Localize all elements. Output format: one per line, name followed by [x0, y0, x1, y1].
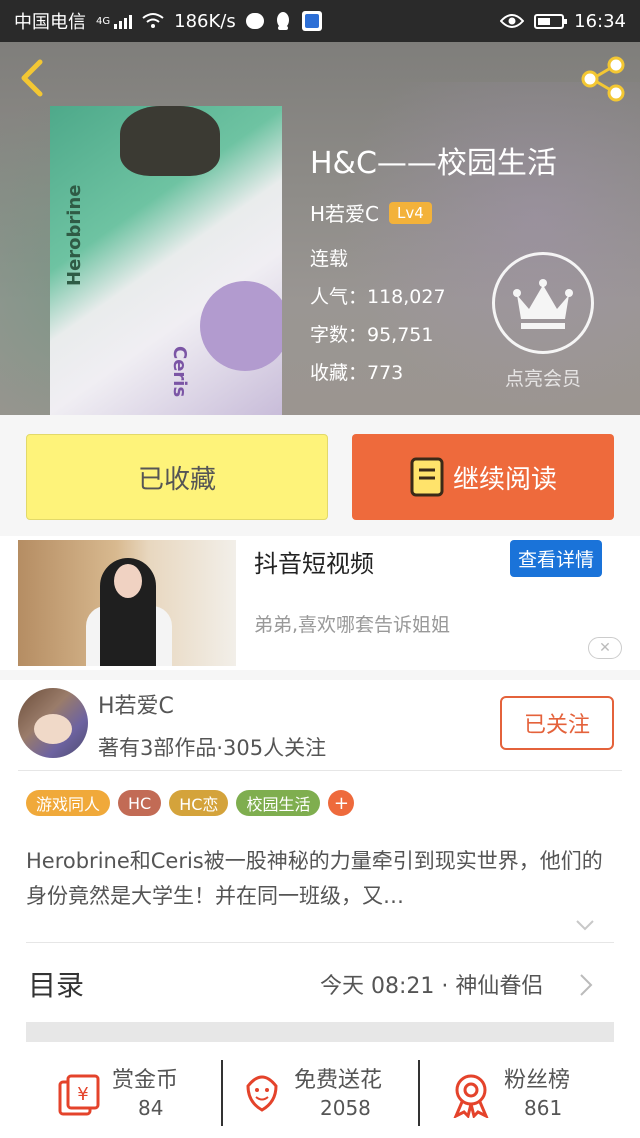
svg-text:¥: ¥	[77, 1084, 88, 1105]
book-author-row: H若爱C Lv4	[310, 198, 432, 227]
book-icon	[410, 457, 444, 497]
tag[interactable]: HC恋	[169, 790, 229, 816]
share-icon[interactable]	[578, 54, 628, 104]
app-notification-icon	[301, 11, 322, 31]
book-description[interactable]: Herobrine和Ceris被一股神秘的力量牵引到现实世界，他们的身份竟然是大…	[26, 844, 606, 914]
ad-close-button[interactable]: ✕	[588, 637, 622, 659]
favorites-count: 收藏：773	[310, 362, 404, 384]
add-tag-button[interactable]: +	[328, 790, 355, 816]
tag[interactable]: 游戏同人	[26, 790, 111, 816]
divider	[221, 1060, 223, 1126]
qq-icon	[276, 12, 289, 30]
author-stats: 著有3部作品·305人关注	[98, 736, 327, 760]
fan-ranking-label: 粉丝榜	[504, 1068, 571, 1093]
wifi-icon	[142, 13, 164, 28]
book-cover[interactable]: Herobrine Ceris	[50, 106, 282, 415]
follow-button[interactable]: 已关注	[500, 696, 614, 750]
message-icon	[245, 13, 264, 29]
popularity: 人气：118,027	[310, 286, 446, 308]
network-label: 4G	[96, 15, 111, 27]
tag[interactable]: HC	[118, 790, 162, 816]
ad-banner[interactable]: 抖音短视频 查看详情 弟弟,喜欢哪套告诉姐姐 ✕	[0, 536, 640, 670]
cover-text-top: Herobrine	[64, 184, 85, 286]
cover-character-bottom	[200, 281, 282, 371]
crown-icon	[513, 279, 573, 329]
ad-image[interactable]	[18, 540, 236, 666]
ad-detail-button[interactable]: 查看详情	[510, 540, 603, 577]
book-header: Herobrine Ceris H&C——校园生活 H若爱C Lv4 连载 人气…	[0, 42, 640, 415]
fan-ranking-button[interactable]: 粉丝榜 861	[450, 1060, 600, 1126]
author-name[interactable]: H若爱C	[98, 688, 174, 720]
ad-description: 弟弟,喜欢哪套告诉姐姐	[254, 614, 451, 636]
toc-latest-chapter[interactable]: 今天 08:21 · 神仙眷侣	[320, 968, 543, 1000]
cover-character-top	[120, 106, 220, 176]
divider	[18, 770, 622, 771]
flower-icon	[246, 1075, 278, 1112]
tag[interactable]: 校园生活	[236, 790, 321, 816]
signal-icon	[114, 13, 133, 29]
section-separator	[26, 1022, 614, 1042]
free-flower-button[interactable]: 免费送花 2058	[242, 1060, 412, 1126]
collected-button[interactable]: 已收藏	[26, 434, 328, 520]
serial-status: 连载	[310, 248, 349, 270]
battery-icon	[534, 13, 568, 29]
chevron-down-icon[interactable]	[574, 914, 596, 936]
bottom-action-bar: ¥ 赏金币 84 免费送花 2058 粉丝榜 861	[0, 1046, 640, 1138]
book-details: H若爱C 著有3部作品·305人关注 已关注 游戏同人 HC HC恋 校园生活 …	[0, 680, 640, 1100]
free-flower-value: 2058	[320, 1096, 371, 1120]
eye-icon	[500, 14, 525, 28]
medal-icon	[453, 1074, 489, 1118]
reward-coin-value: 84	[138, 1096, 164, 1120]
reward-coin-button[interactable]: ¥ 赏金币 84	[56, 1060, 206, 1126]
book-author[interactable]: H若爱C	[310, 198, 379, 227]
back-arrow-icon[interactable]	[14, 56, 54, 100]
chevron-right-icon[interactable]	[578, 972, 594, 998]
reward-coin-icon: ¥	[58, 1074, 100, 1116]
continue-reading-label: 继续阅读	[452, 464, 557, 495]
ad-title[interactable]: 抖音短视频	[254, 544, 374, 579]
network-speed: 186K/s	[174, 10, 236, 32]
toc-label[interactable]: 目录	[28, 964, 84, 1004]
status-bar: 中国电信 4G 186K/s 16:34	[0, 0, 640, 42]
ad-image-face	[114, 564, 142, 598]
vip-label[interactable]: 点亮会员	[480, 364, 606, 391]
level-badge: Lv4	[389, 201, 432, 224]
tag-list: 游戏同人 HC HC恋 校园生活 +	[26, 790, 355, 816]
free-flower-label: 免费送花	[294, 1068, 383, 1093]
collected-label: 已收藏	[137, 464, 216, 495]
cover-text-bottom: Ceris	[169, 346, 190, 398]
book-title: H&C——校园生活	[310, 146, 557, 181]
divider	[26, 942, 614, 943]
reward-coin-label: 赏金币	[112, 1068, 179, 1093]
word-count: 字数：95,751	[310, 324, 434, 346]
continue-reading-button[interactable]: 继续阅读	[352, 434, 614, 520]
carrier-label: 中国电信	[14, 12, 86, 33]
fan-ranking-value: 861	[524, 1096, 563, 1120]
clock: 16:34	[574, 10, 626, 32]
avatar[interactable]	[18, 688, 88, 758]
vip-button[interactable]	[492, 252, 594, 354]
divider	[418, 1060, 420, 1126]
